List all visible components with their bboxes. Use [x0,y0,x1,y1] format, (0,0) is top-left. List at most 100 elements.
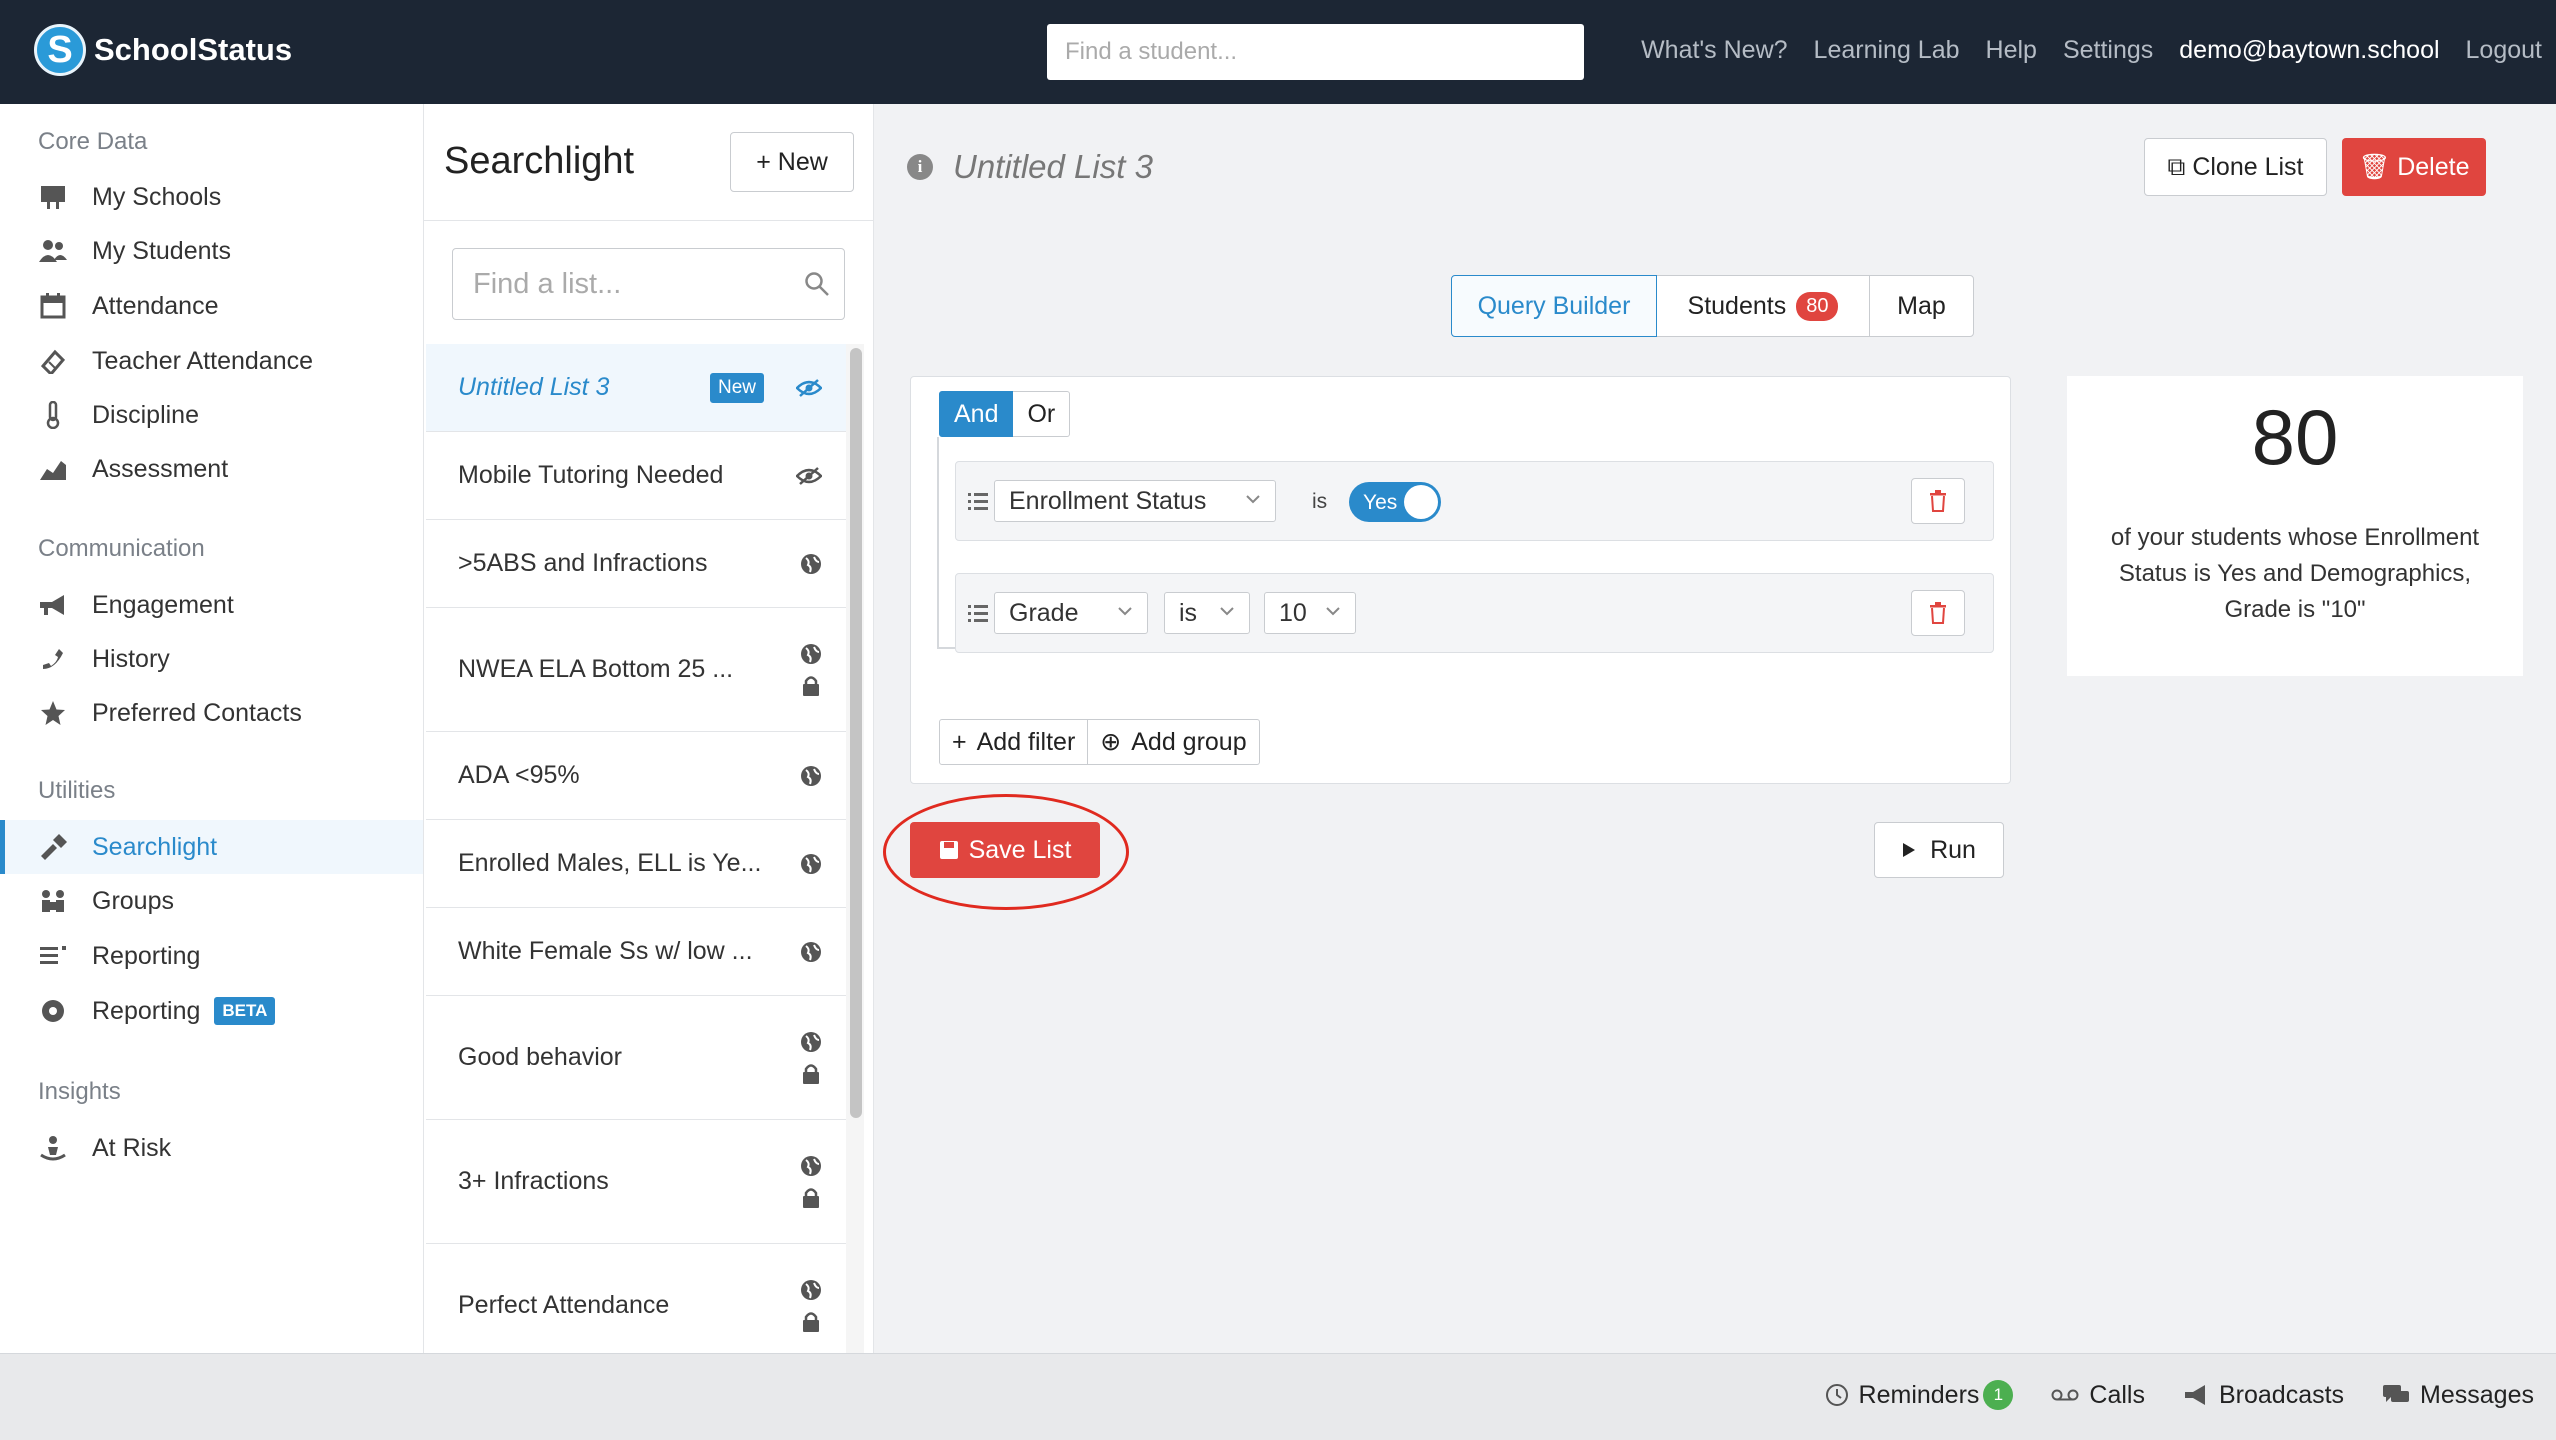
student-search-input[interactable] [1047,24,1584,80]
field-select[interactable]: Grade [994,592,1148,634]
and-button[interactable]: And [939,391,1014,437]
calls-button[interactable]: Calls [2051,1381,2145,1410]
app-logo[interactable]: S SchoolStatus [34,24,292,76]
globe-icon [801,941,821,962]
chevron-down-icon [1326,607,1340,616]
sidebar-item-label: My Students [92,236,231,265]
list-item[interactable]: Enrolled Males, ELL is Ye... [426,820,846,908]
list-item[interactable]: >5ABS and Infractions [426,520,846,608]
remove-rule-button[interactable] [1911,590,1965,636]
sidebar-item-label: My Schools [92,182,222,211]
phone-icon [36,645,70,673]
lock-icon [803,1187,819,1208]
account-email-link[interactable]: demo@baytown.school [2179,36,2439,65]
broadcasts-button[interactable]: Broadcasts [2183,1381,2344,1410]
search-icon[interactable] [804,271,830,297]
group-connector [937,437,955,649]
clone-list-button[interactable]: ⧉ Clone List [2144,138,2327,196]
tab-map[interactable]: Map [1869,275,1974,337]
list-item[interactable]: 3+ Infractions [426,1120,846,1244]
list-search-input[interactable] [453,249,783,319]
sidebar-item-assessment[interactable]: Assessment [0,442,423,496]
sidebar-item-at-risk[interactable]: At Risk [0,1121,423,1175]
eye-slash-icon [796,466,822,485]
sidebar-item-reporting[interactable]: Reporting [0,929,423,983]
list-item[interactable]: Untitled List 3 New [426,344,846,432]
add-filter-button[interactable]: + Add filter [939,719,1089,765]
sidebar-item-attendance[interactable]: Attendance [0,279,423,333]
value-select[interactable]: 10 [1264,592,1356,634]
sidebar-item-searchlight[interactable]: Searchlight [0,820,423,874]
sidebar-item-discipline[interactable]: Discipline [0,388,423,442]
trash-icon [1930,602,1946,624]
trash-icon [1930,490,1946,512]
sidebar-item-preferred-contacts[interactable]: Preferred Contacts [0,686,423,740]
globe-icon [801,1031,821,1052]
sidebar-item-label: Preferred Contacts [92,698,302,727]
plus-icon: + [756,147,778,176]
broadcasts-label: Broadcasts [2218,1380,2345,1409]
result-count: 80 [2251,393,2339,481]
condition-toggle: And Or [939,391,1071,437]
delete-button[interactable]: 🗑 Delete [2342,138,2486,196]
run-button[interactable]: Run [1874,822,2004,878]
tab-query-builder[interactable]: Query Builder [1451,275,1657,337]
chevron-down-icon [1220,607,1234,616]
value-toggle[interactable]: Yes [1349,482,1441,522]
sidebar-item-engagement[interactable]: Engagement [0,578,423,632]
add-group-button[interactable]: ⊕ Add group [1088,719,1260,765]
top-links: What's New? Learning Lab Help Settings d… [1641,36,2542,65]
query-builder: And Or Enrollment Status is Yes Grade is… [910,376,2011,784]
settings-link[interactable]: Settings [2063,36,2153,65]
list-item[interactable]: Perfect Attendance [426,1244,846,1353]
globe-icon [801,553,821,574]
divider [424,220,873,221]
section-title-utilities: Utilities [38,777,116,804]
sidebar-item-label: Teacher Attendance [92,346,313,375]
trash-icon: 🗑 [2358,152,2398,181]
list-item[interactable]: White Female Ss w/ low ... [426,908,846,996]
sidebar-item-reporting-beta[interactable]: Reporting BETA [0,984,423,1038]
area-chart-icon [36,455,70,483]
globe-icon [801,1155,821,1176]
rule-grade: Grade is 10 [955,573,1994,653]
help-link[interactable]: Help [1986,36,2037,65]
sidebar-item-my-schools[interactable]: My Schools [0,170,423,224]
drag-handle-icon[interactable] [968,490,988,512]
list-item[interactable]: ADA <95% [426,732,846,820]
plus-icon: + [952,727,967,756]
or-button[interactable]: Or [1013,391,1071,437]
new-list-button[interactable]: + New [730,132,854,192]
clone-list-label: Clone List [2192,152,2304,181]
sidebar-item-teacher-attendance[interactable]: Teacher Attendance [0,334,423,388]
whats-new-link[interactable]: What's New? [1641,36,1787,65]
tab-students[interactable]: Students 80 [1656,275,1870,337]
list-scrollbar-thumb[interactable] [850,348,862,1118]
operator-select[interactable]: is [1164,592,1250,634]
toggle-label: Yes [1363,491,1398,514]
drag-handle-icon[interactable] [968,602,988,624]
learning-lab-link[interactable]: Learning Lab [1814,36,1960,65]
info-icon[interactable]: i [907,154,933,180]
field-select[interactable]: Enrollment Status [994,480,1276,522]
remove-rule-button[interactable] [1911,478,1965,524]
list-item-name: Perfect Attendance [458,1291,670,1319]
list-item[interactable]: Mobile Tutoring Needed [426,432,846,520]
clock-icon [1825,1384,1848,1406]
sidebar-item-groups[interactable]: Groups [0,874,423,928]
at-risk-icon [36,1134,70,1162]
list-item-name: ADA <95% [458,761,580,789]
sidebar-item-label: History [92,644,170,673]
operator-select-value: is [1179,598,1198,627]
top-navbar: S SchoolStatus What's New? Learning Lab … [0,0,2556,104]
logo-mark-icon: S [34,24,86,76]
sidebar-item-label: Assessment [92,454,229,483]
reminders-button[interactable]: Reminders 1 [1825,1380,2014,1410]
list-item[interactable]: Good behavior [426,996,846,1120]
sidebar-item-my-students[interactable]: My Students [0,224,423,278]
list-item[interactable]: NWEA ELA Bottom 25 ... [426,608,846,732]
messages-button[interactable]: Messages [2382,1381,2534,1410]
sidebar-item-history[interactable]: History [0,632,423,686]
list-title[interactable]: Untitled List 3 [953,148,1153,186]
logout-link[interactable]: Logout [2466,36,2542,65]
